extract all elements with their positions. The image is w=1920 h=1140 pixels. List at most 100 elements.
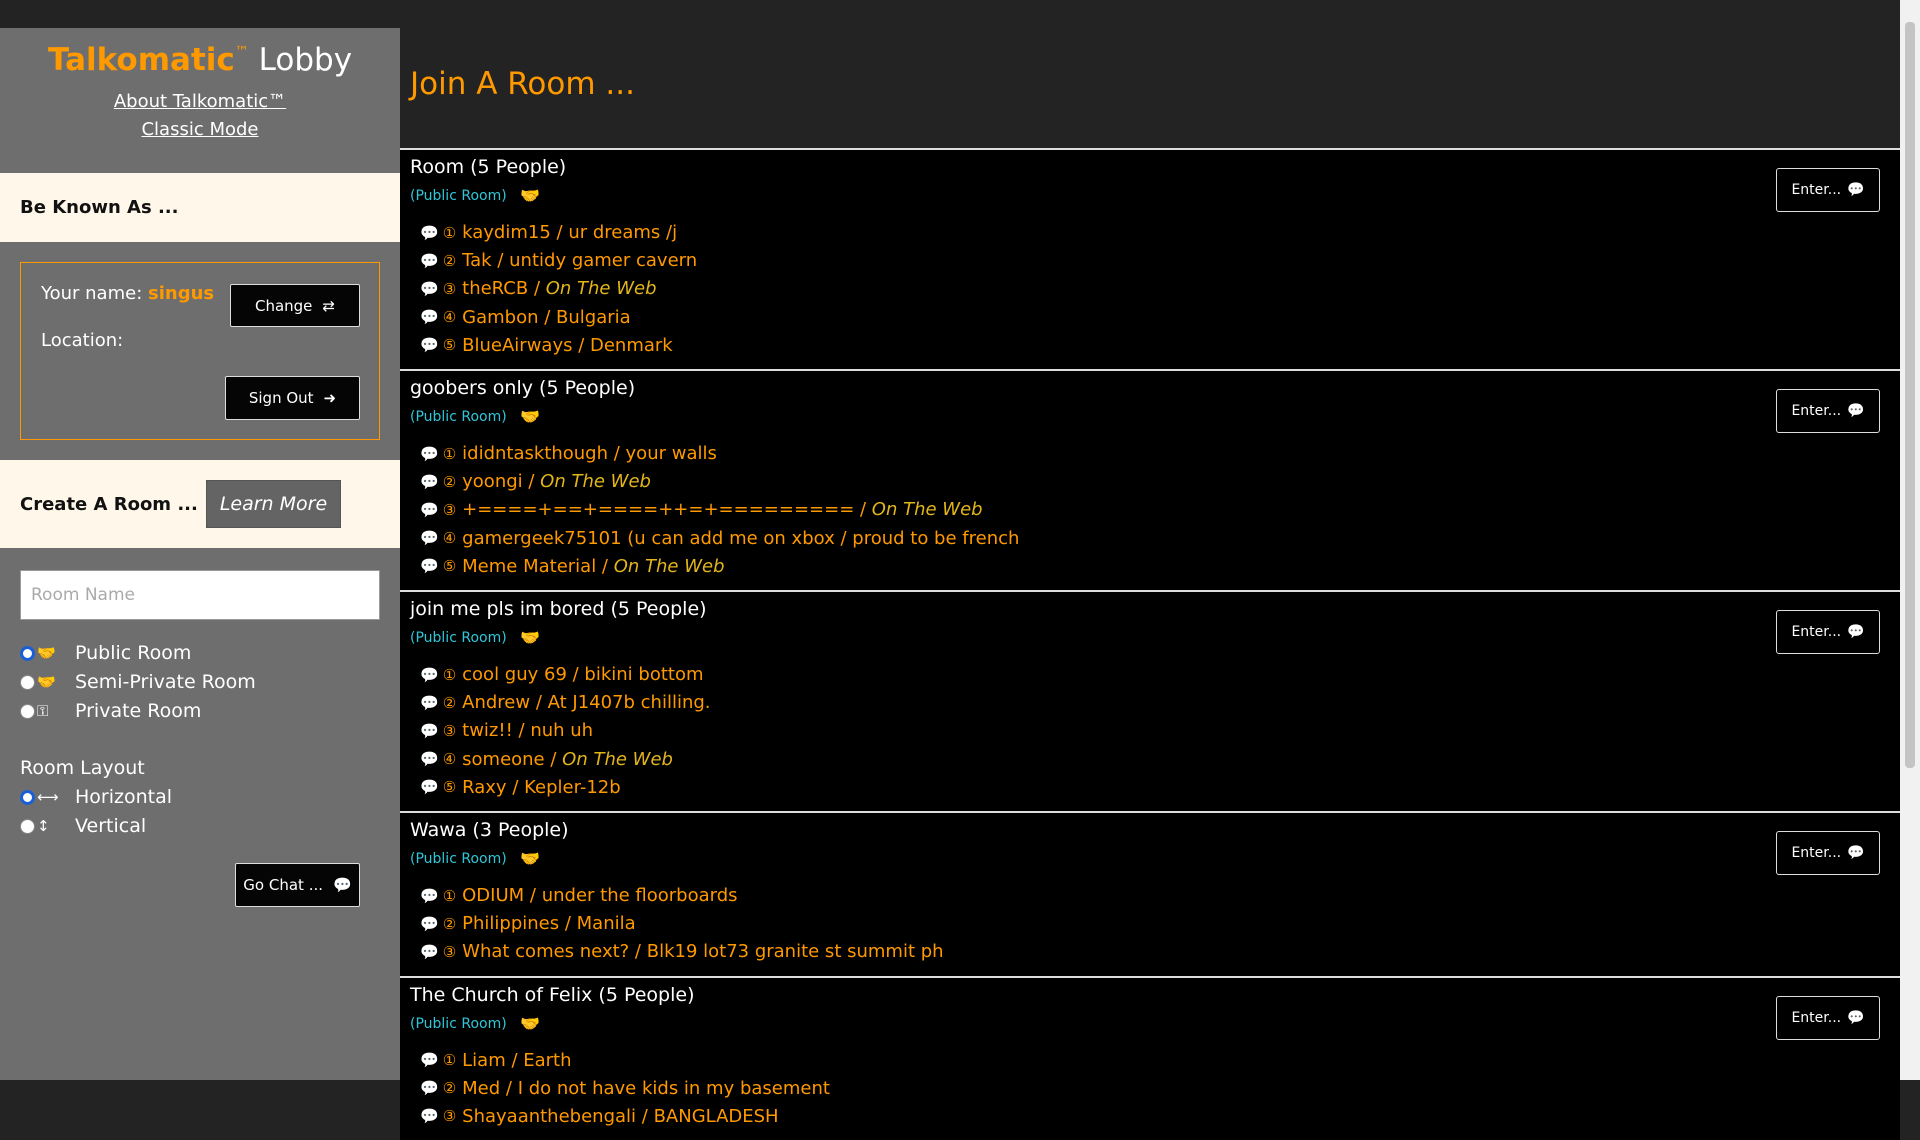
comments-icon: 💬	[420, 279, 439, 298]
classic-mode-link[interactable]: Classic Mode	[0, 116, 400, 144]
member-location: proud to be french	[852, 527, 1020, 549]
learn-more-button[interactable]: Learn More	[206, 480, 341, 528]
comments-icon: 💬	[420, 223, 439, 242]
member-number: ④	[442, 750, 457, 769]
member-location: At J1407b chilling.	[547, 692, 711, 714]
room-name: goobers only (5 People)	[410, 377, 636, 399]
member-row: 💬 ① ididntaskthough / your walls	[420, 443, 717, 464]
separator: /	[538, 306, 557, 328]
scrollbar-thumb[interactable]	[1905, 22, 1915, 768]
enter-room-button[interactable]: Enter... 💬	[1776, 168, 1880, 212]
member-location: your walls	[625, 443, 717, 464]
comments-icon: 💬	[420, 500, 439, 519]
member-location: nuh uh	[530, 720, 594, 742]
vertical-layout-radio[interactable]	[20, 818, 35, 834]
go-chat-label: Go Chat ...	[243, 876, 323, 894]
shuffle-icon: ⇄	[322, 296, 335, 315]
enter-label: Enter...	[1791, 845, 1842, 861]
member-name: cool guy 69	[462, 664, 567, 685]
comments-icon: 💬	[420, 444, 439, 463]
member-row: 💬 ① ODIUM / under the floorboards	[420, 885, 738, 906]
layout-vertical[interactable]: ↕ Vertical	[20, 815, 146, 837]
semi-private-room-radio[interactable]	[20, 674, 35, 690]
handshake-icon: 🤝	[520, 1013, 540, 1033]
enter-room-button[interactable]: Enter... 💬	[1776, 831, 1880, 875]
enter-label: Enter...	[1791, 624, 1842, 640]
handshake-icon: 🤝	[37, 644, 56, 662]
change-label: Change	[254, 296, 313, 315]
member-number: ②	[442, 693, 457, 712]
room-type-public[interactable]: 🤝 Public Room	[20, 642, 191, 664]
horizontal-layout-radio[interactable]	[20, 789, 35, 805]
member-name: yoongi	[462, 471, 523, 493]
room-type-label: (Public Room)	[410, 188, 507, 204]
semi-private-room-label: Semi-Private Room	[75, 671, 256, 693]
comments-icon: 💬	[420, 529, 439, 548]
room-name-input[interactable]	[20, 570, 380, 620]
about-link[interactable]: About Talkomatic™	[0, 88, 400, 116]
comments-icon: 💬	[420, 557, 439, 576]
member-row: 💬 ② Philippines / Manila	[420, 913, 636, 934]
create-room-heading: Create A Room ... Learn More	[0, 460, 400, 548]
scrollbar[interactable]	[1900, 0, 1920, 1080]
member-row: 💬 ⑤ Raxy / Kepler-12b	[420, 777, 621, 798]
member-location: On The Web	[540, 471, 651, 493]
enter-room-button[interactable]: Enter... 💬	[1776, 389, 1880, 433]
comments-icon: 💬	[420, 693, 439, 712]
member-location: On The Web	[871, 499, 983, 521]
enter-room-button[interactable]: Enter... 💬	[1776, 610, 1880, 654]
separator: /	[854, 499, 872, 521]
room-type-label: (Public Room)	[410, 851, 507, 867]
separator: /	[544, 748, 563, 770]
member-number: ⑤	[442, 557, 457, 576]
member-number: ①	[442, 223, 457, 242]
room-type-semi-private[interactable]: 🤝 Semi-Private Room	[20, 671, 256, 693]
your-name-row: Your name: singus	[41, 283, 214, 304]
separator: /	[524, 885, 542, 906]
go-chat-button[interactable]: Go Chat ... 💬	[235, 863, 360, 907]
comments-icon: 💬	[420, 721, 439, 740]
room-type-private[interactable]: ⚿ Private Room	[20, 700, 201, 722]
member-number: ③	[442, 721, 457, 740]
member-number: ③	[442, 500, 457, 519]
comments-icon: 💬	[420, 886, 439, 905]
change-name-button[interactable]: Change ⇄	[230, 284, 360, 327]
sidebar-header: Talkomatic™ Lobby About Talkomatic™ Clas…	[0, 28, 400, 173]
arrows-horizontal-icon: ⟷	[37, 788, 59, 806]
separator: /	[572, 334, 590, 356]
sidebar: Talkomatic™ Lobby About Talkomatic™ Clas…	[0, 28, 400, 1080]
public-room-radio[interactable]	[20, 645, 35, 661]
member-number: ③	[442, 942, 457, 961]
member-number: ①	[442, 444, 457, 463]
room-name: join me pls im bored (5 People)	[410, 598, 707, 620]
member-name: Raxy	[462, 776, 507, 798]
member-row: 💬 ④ gamergeek75101 (u can add me on xbox /…	[420, 528, 1019, 549]
private-room-radio[interactable]	[20, 703, 35, 719]
member-number: ②	[442, 1079, 457, 1098]
room-type-label: (Public Room)	[410, 409, 507, 425]
member-row: 💬 ③ +====+==+====++=+========= / On The We…	[420, 499, 983, 520]
separator: /	[512, 720, 531, 742]
layout-horizontal[interactable]: ⟷ Horizontal	[20, 786, 172, 808]
member-name: theRCB	[462, 278, 529, 300]
member-name: Med	[462, 1077, 501, 1099]
lobby-title: Talkomatic™ Lobby	[0, 28, 400, 78]
member-number: ③	[442, 279, 457, 298]
member-number: ①	[442, 886, 457, 905]
sign-out-button[interactable]: Sign Out ➜	[225, 376, 360, 420]
room-name: Wawa (3 People)	[410, 819, 569, 841]
member-name: Liam	[462, 1049, 506, 1071]
handshake-slash-icon: 🤝	[37, 673, 56, 691]
enter-room-button[interactable]: Enter... 💬	[1776, 995, 1880, 1040]
member-number: ③	[442, 1107, 457, 1126]
member-row: 💬 ⑤ Meme Material / On The Web	[420, 556, 725, 577]
handshake-icon: 🤝	[520, 407, 540, 426]
separator: /	[629, 941, 647, 963]
member-name: Gambon	[462, 306, 539, 328]
member-location: Earth	[523, 1049, 572, 1071]
member-row: 💬 ④ Gambon / Bulgaria	[420, 307, 631, 328]
member-location: Denmark	[590, 334, 673, 356]
separator: /	[608, 443, 626, 464]
separator: /	[530, 692, 548, 714]
comments-icon: 💬	[420, 308, 439, 327]
